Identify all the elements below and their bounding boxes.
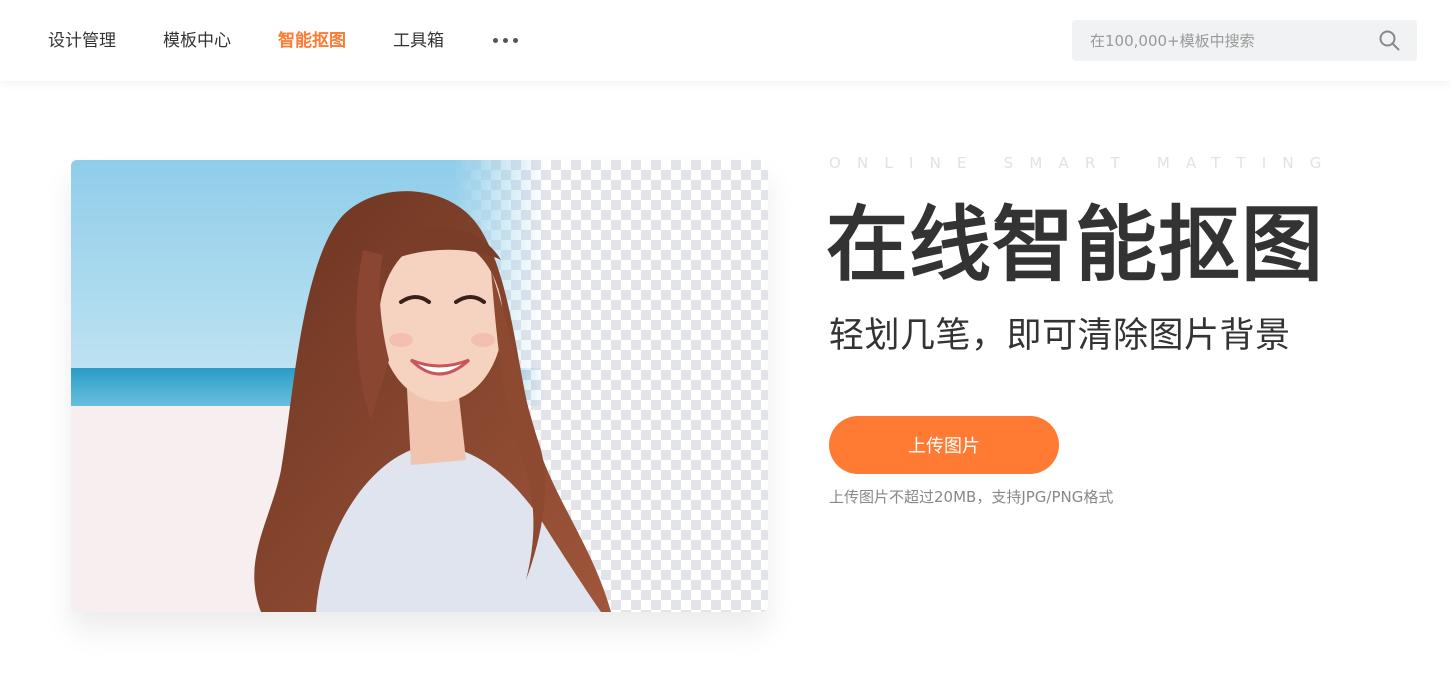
more-dots-icon[interactable] bbox=[493, 38, 519, 44]
upload-hint: 上传图片不超过20MB，支持JPG/PNG格式 bbox=[829, 488, 1114, 506]
nav-item-toolbox[interactable]: 工具箱 bbox=[393, 29, 444, 53]
hero-matting-demo-image bbox=[71, 160, 768, 612]
search-box bbox=[1072, 20, 1417, 61]
nav-item-template-center[interactable]: 模板中心 bbox=[163, 29, 231, 53]
top-header: 设计管理 模板中心 智能抠图 工具箱 bbox=[0, 0, 1451, 81]
upload-image-button[interactable]: 上传图片 bbox=[829, 416, 1059, 474]
hero-eyebrow: ONLINE SMART MATTING bbox=[829, 154, 1338, 172]
search-icon[interactable] bbox=[1379, 30, 1400, 51]
hero-subtitle: 轻划几笔，即可清除图片背景 bbox=[829, 316, 1291, 356]
page-title: 在线智能抠图 bbox=[826, 198, 1325, 293]
search-input[interactable] bbox=[1072, 20, 1362, 61]
nav-item-smart-matting[interactable]: 智能抠图 bbox=[278, 29, 346, 53]
nav-item-design-management[interactable]: 设计管理 bbox=[48, 29, 116, 53]
